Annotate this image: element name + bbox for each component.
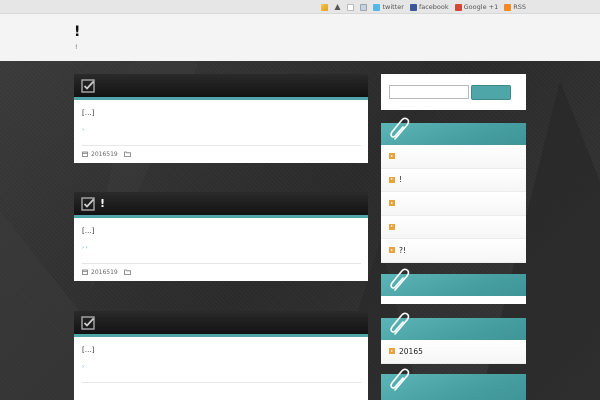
post-2: ! […] › › 2016519: [74, 192, 368, 281]
folder-icon[interactable]: [123, 151, 131, 159]
list-item[interactable]: [381, 215, 526, 239]
search-widget: [381, 74, 526, 110]
facebook-label: facebook: [418, 3, 449, 11]
paperclip-icon: [389, 268, 413, 296]
post-title[interactable]: !: [100, 197, 105, 210]
paperclip-icon: [389, 368, 413, 396]
widget-2: [381, 268, 526, 304]
list-item[interactable]: [381, 145, 526, 169]
checkbox-icon: [81, 315, 95, 330]
bullet-arrow-icon: [389, 153, 395, 160]
bullet-arrow-icon: [389, 348, 395, 355]
checkbox-icon: [81, 196, 95, 211]
bullet-arrow-icon: [389, 223, 395, 230]
googleplus-icon: [454, 3, 462, 11]
post-excerpt: […]: [82, 109, 95, 117]
widget-list: [381, 296, 526, 304]
post-body: […] › 2016519: [74, 100, 368, 163]
widget-header: [381, 268, 526, 296]
post-date: 2016519: [91, 151, 118, 158]
page-icon: [347, 3, 355, 11]
post-meta: 2016519: [82, 146, 361, 163]
post-header: [74, 74, 368, 100]
facebook-link[interactable]: facebook: [409, 3, 449, 11]
list-item[interactable]: !: [381, 168, 526, 192]
facebook-icon: [409, 3, 417, 11]
bullet-arrow-icon: [389, 247, 395, 254]
social-links: twitter facebook Google +1 RSS: [321, 3, 526, 11]
widget-header: [381, 117, 526, 145]
search-input[interactable]: [389, 85, 469, 99]
twitter-label: twitter: [382, 3, 404, 11]
list-item[interactable]: ?!: [381, 239, 526, 263]
post-body: […] ›: [74, 337, 368, 400]
widget-header: [381, 312, 526, 340]
search-button[interactable]: [471, 85, 511, 100]
twitter-link[interactable]: twitter: [373, 3, 404, 11]
list-item-label: !: [399, 175, 403, 185]
list-item[interactable]: [381, 192, 526, 216]
list-item-label: 20165: [399, 346, 423, 356]
read-more-link[interactable]: ›: [82, 364, 361, 372]
post-header: [74, 311, 368, 337]
post-header: !: [74, 192, 368, 218]
post-1: […] › 2016519: [74, 74, 368, 163]
widget-archives: 20165: [381, 312, 526, 364]
post-3: […] ›: [74, 311, 368, 400]
widget-list: ! ?!: [381, 145, 526, 263]
topbar-link-mail[interactable]: [360, 3, 368, 11]
mail-icon: [360, 3, 368, 11]
post-excerpt: […]: [82, 346, 95, 354]
read-more-link[interactable]: › ›: [82, 245, 361, 253]
read-more-link[interactable]: ›: [82, 127, 361, 135]
paperclip-icon: [389, 312, 413, 340]
feather-icon: [321, 3, 329, 11]
widget-4: [381, 368, 526, 400]
twitter-icon: [373, 3, 381, 11]
checkbox-icon: [81, 78, 95, 93]
post-excerpt: […]: [82, 227, 95, 235]
topbar-link-page[interactable]: [347, 3, 355, 11]
googleplus-label: Google +1: [463, 3, 499, 11]
tree-icon: [334, 3, 341, 11]
list-item[interactable]: 20165: [381, 340, 526, 364]
topbar-link-feather[interactable]: [321, 3, 329, 11]
calendar-icon: [82, 151, 88, 159]
site-description: !: [75, 44, 78, 51]
rss-icon: [504, 3, 512, 11]
post-body: […] › › 2016519: [74, 218, 368, 281]
site-header: ! !: [0, 14, 600, 61]
topbar-link-tree[interactable]: [334, 3, 341, 11]
paperclip-icon: [389, 117, 413, 145]
rss-label: RSS: [513, 3, 526, 11]
widget-recent-posts: ! ?!: [381, 117, 526, 263]
post-meta: 2016519: [82, 264, 361, 281]
widget-list: 20165: [381, 340, 526, 364]
list-item-label: ?!: [399, 245, 406, 255]
rss-link[interactable]: RSS: [504, 3, 526, 11]
bullet-arrow-icon: [389, 176, 395, 183]
site-title[interactable]: !: [74, 24, 80, 40]
googleplus-link[interactable]: Google +1: [454, 3, 499, 11]
folder-icon[interactable]: [123, 269, 131, 277]
top-bar: twitter facebook Google +1 RSS: [0, 0, 600, 14]
divider: [82, 382, 361, 383]
calendar-icon: [82, 269, 88, 277]
post-date: 2016519: [91, 269, 118, 276]
bullet-arrow-icon: [389, 200, 395, 207]
widget-header: [381, 368, 526, 400]
